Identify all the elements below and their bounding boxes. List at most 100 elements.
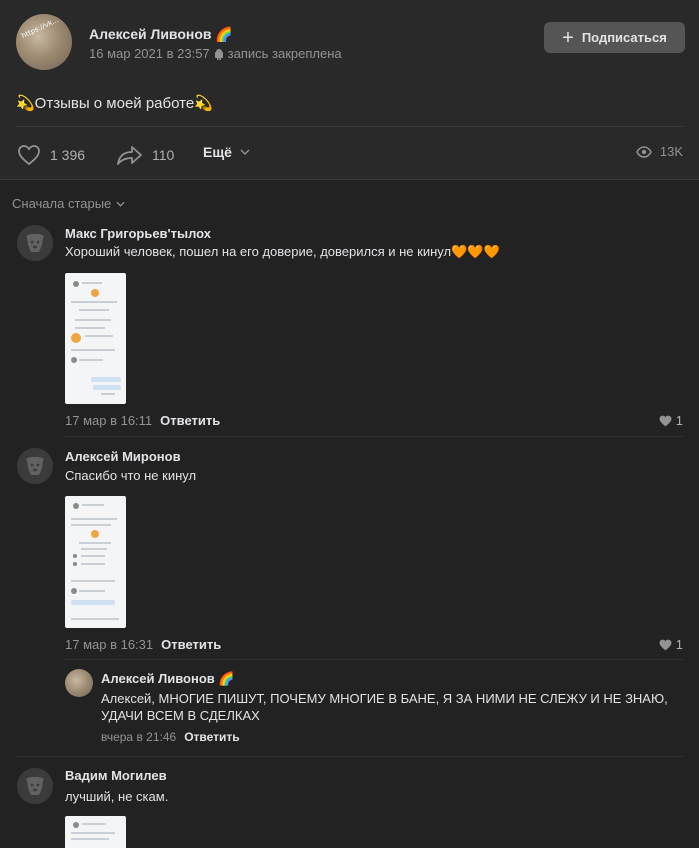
comment-date[interactable]: 17 мар в 16:11	[65, 413, 152, 428]
like-button[interactable]: 1 396	[16, 144, 85, 166]
rainbow-icon: 🌈	[218, 671, 235, 686]
share-icon	[117, 146, 142, 165]
post-card: https://vk... Алексей Ливонов 🌈 16 мар 2…	[0, 0, 699, 180]
heart-icon	[659, 415, 672, 426]
share-button[interactable]: 110	[116, 144, 174, 166]
reply-text: Алексей, МНОГИЕ ПИШУТ, ПОЧЕМУ МНОГИЕ В Б…	[101, 691, 668, 723]
thumb-line	[71, 832, 115, 834]
chevron-down-icon	[240, 149, 250, 155]
reply-date[interactable]: вчера в 21:46	[101, 730, 176, 744]
comment-author[interactable]: Вадим Могилев	[65, 768, 167, 783]
reply-button[interactable]: Ответить	[161, 637, 221, 652]
comment-attachment-image[interactable]	[65, 496, 126, 628]
thumb-line	[81, 548, 107, 550]
more-button[interactable]: Ещё	[203, 144, 250, 160]
thumb-line	[79, 309, 109, 311]
comment-text: лучший, не скам.	[65, 789, 169, 804]
views-counter: 13K	[636, 144, 683, 159]
avatar-watermark: https://vk...	[20, 15, 60, 41]
thumb-bubble	[91, 377, 121, 382]
post-author-name[interactable]: Алексей Ливонов	[89, 26, 212, 42]
thumb-avatar	[71, 588, 77, 594]
thumb-line	[71, 618, 119, 620]
thumb-line	[71, 518, 117, 520]
thumb-line	[71, 580, 115, 582]
reply-button[interactable]: Ответить	[160, 413, 220, 428]
author-avatar[interactable]: https://vk...	[16, 14, 72, 70]
rainbow-icon: 🌈	[215, 26, 233, 42]
thumb-line	[81, 555, 105, 557]
reply-avatar[interactable]	[65, 669, 93, 697]
subscribe-label: Подписаться	[581, 30, 667, 45]
thumb-avatar	[71, 357, 77, 363]
thumb-line	[71, 524, 111, 526]
plus-icon: +	[562, 26, 574, 49]
comment-author[interactable]: Алексей Миронов	[65, 449, 181, 464]
thumb-bubble	[93, 385, 121, 390]
dog-avatar-icon	[17, 768, 53, 804]
share-count: 110	[152, 147, 175, 163]
thumb-avatar	[73, 562, 77, 566]
thumb-line	[79, 359, 103, 361]
comment-meta: 17 мар в 16:11 Ответить	[65, 413, 220, 428]
post-divider	[16, 126, 683, 127]
post-actions: 1 396 110 Ещё 13K	[16, 140, 683, 168]
comment-avatar[interactable]	[17, 448, 53, 484]
dog-avatar-icon	[17, 448, 53, 484]
thumb-line	[75, 327, 105, 329]
thumb-line	[81, 563, 105, 565]
thumb-line	[71, 301, 117, 303]
thumb-line	[79, 542, 111, 544]
subscribe-button[interactable]: + Подписаться	[544, 22, 685, 53]
eye-icon	[636, 145, 652, 158]
post-meta: 16 мар 2021 в 23:57 запись закреплена	[89, 46, 342, 61]
dog-avatar-icon	[17, 225, 53, 261]
more-label: Ещё	[203, 144, 232, 160]
comment-divider	[17, 756, 683, 757]
comment-meta: 17 мар в 16:31 Ответить	[65, 637, 221, 652]
thumb-line	[71, 838, 109, 840]
comment-like-button[interactable]: 1	[659, 637, 683, 652]
reply-button[interactable]: Ответить	[184, 730, 239, 744]
thumb-line	[82, 504, 104, 506]
thumb-avatar	[73, 281, 79, 287]
comment-like-button[interactable]: 1	[659, 413, 683, 428]
android-icon	[214, 48, 223, 60]
thumb-line	[79, 590, 105, 592]
sort-label: Сначала старые	[12, 196, 112, 211]
post-author[interactable]: Алексей Ливонов 🌈	[89, 26, 233, 43]
comment-attachment-image[interactable]	[65, 273, 126, 404]
thumb-line	[82, 823, 106, 825]
thumb-avatar	[73, 503, 79, 509]
thumb-line	[82, 282, 102, 284]
reply-author[interactable]: Алексей Ливонов 🌈	[101, 671, 235, 687]
thumb-avatar	[73, 554, 77, 558]
comment-avatar[interactable]	[17, 225, 53, 261]
thumb-bubble	[71, 600, 115, 605]
comment-divider	[65, 436, 683, 437]
thumb-line	[71, 349, 115, 351]
chevron-down-icon	[116, 201, 125, 207]
post-date[interactable]: 16 мар 2021 в 23:57	[89, 46, 210, 61]
post-text: 💫Отзывы о моей работе💫	[16, 95, 213, 112]
thumb-emoji	[91, 530, 99, 538]
comment-date[interactable]: 17 мар в 16:31	[65, 637, 153, 652]
thumb-emoji	[71, 333, 81, 343]
comment-like-count: 1	[675, 413, 683, 428]
thumb-line	[75, 319, 111, 321]
thumb-emoji	[91, 289, 99, 297]
sort-dropdown[interactable]: Сначала старые	[12, 196, 125, 211]
comment-divider	[65, 659, 683, 660]
pinned-note: запись закреплена	[227, 46, 342, 61]
comment-like-count: 1	[675, 637, 683, 652]
heart-icon	[659, 639, 672, 650]
reply-author-name[interactable]: Алексей Ливонов	[101, 671, 215, 686]
comment-text: Хороший человек, пошел на его доверие, д…	[65, 244, 500, 259]
comment-attachment-image[interactable]	[65, 816, 126, 848]
heart-icon	[18, 145, 40, 166]
comment-text: Спасибо что не кинул	[65, 468, 197, 483]
reply-meta: вчера в 21:46 Ответить	[101, 730, 240, 744]
thumb-line	[85, 335, 113, 337]
comment-author[interactable]: Макс Григорьев'тылох	[65, 226, 211, 241]
comment-avatar[interactable]	[17, 768, 53, 804]
